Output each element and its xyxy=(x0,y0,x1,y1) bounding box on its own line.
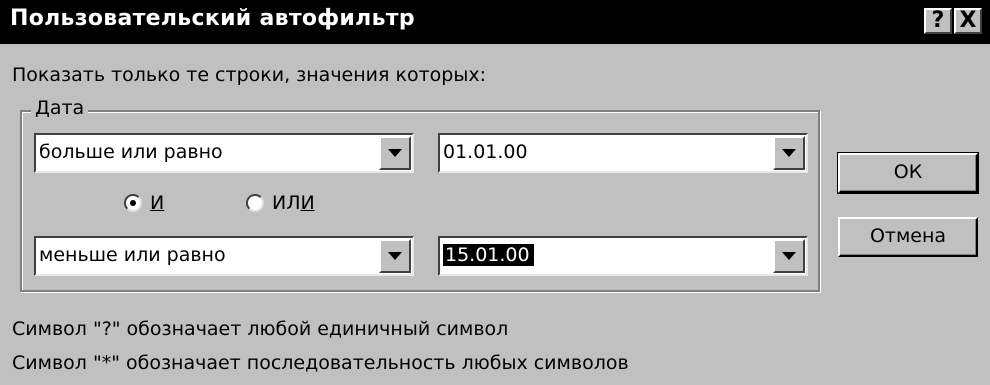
operator1-value: больше или равно xyxy=(39,141,223,163)
operator2-value: меньше или равно xyxy=(39,244,226,266)
value2-combobox[interactable]: 15.01.00 xyxy=(438,236,808,276)
radio-selected-dot-icon xyxy=(130,200,136,206)
value1-text: 01.01.00 xyxy=(443,141,528,163)
operator1-select[interactable]: больше или равно xyxy=(34,133,414,173)
value1-dropdown-button[interactable] xyxy=(773,136,805,170)
value1-combobox[interactable]: 01.01.00 xyxy=(438,133,808,173)
chevron-down-icon xyxy=(782,252,796,260)
value2-text: 15.01.00 xyxy=(443,244,534,266)
radio-circle xyxy=(124,194,142,212)
help-button[interactable]: ? xyxy=(924,8,952,34)
chevron-down-icon xyxy=(388,149,402,157)
chevron-down-icon xyxy=(782,149,796,157)
operator1-dropdown-button[interactable] xyxy=(379,136,411,170)
cancel-button[interactable]: Отмена xyxy=(838,217,978,257)
or-radio-label-prefix: ИЛ xyxy=(272,192,301,214)
ok-button[interactable]: ОК xyxy=(837,152,979,194)
dialog-title: Пользовательский автофильтр xyxy=(10,6,415,31)
radio-circle xyxy=(246,194,264,212)
or-radio-label-accel: И xyxy=(300,192,315,214)
operator2-dropdown-button[interactable] xyxy=(379,239,411,273)
close-button[interactable]: X xyxy=(954,8,982,34)
title-bar: Пользовательский автофильтр ? X xyxy=(0,0,990,44)
value2-dropdown-button[interactable] xyxy=(773,239,805,273)
chevron-down-icon xyxy=(388,252,402,260)
group-legend: Дата xyxy=(31,97,89,119)
intro-label: Показать только те строки, значения кото… xyxy=(12,64,486,86)
and-radio-label: И xyxy=(150,192,165,214)
hint-asterisk: Символ "*" обозначает последовательность… xyxy=(12,352,629,374)
hint-question-mark: Символ "?" обозначает любой единичный си… xyxy=(12,318,509,340)
operator2-select[interactable]: меньше или равно xyxy=(34,236,414,276)
